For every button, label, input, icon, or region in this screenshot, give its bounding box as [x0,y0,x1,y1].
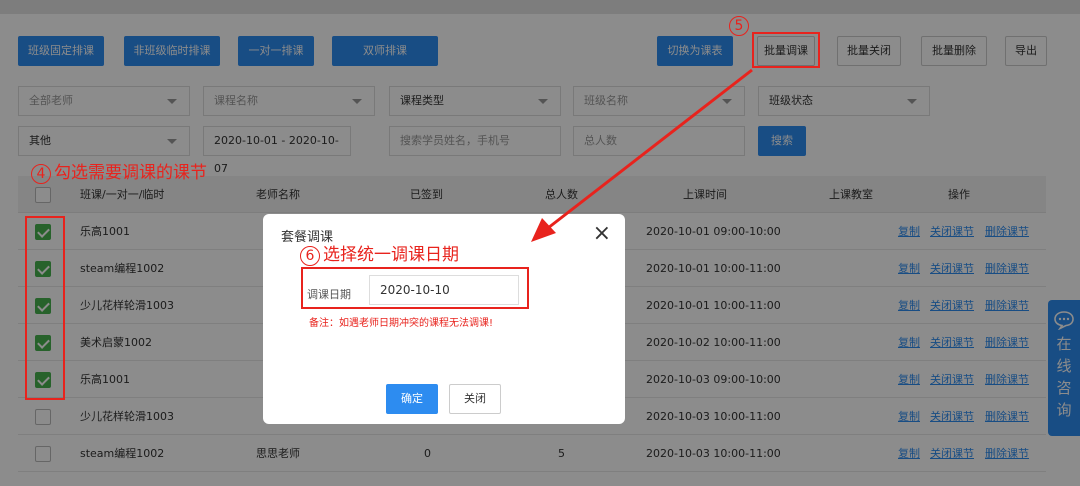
step5-number: 5 [729,16,749,36]
step5-annotation: 5 [729,15,752,36]
highlight-date-field [301,267,529,309]
step6-number: 6 [300,246,320,266]
step4-text: 勾选需要调课的课节 [54,163,207,183]
step6-annotation: 6 选择统一调课日期 [300,240,459,266]
confirm-button[interactable]: 确定 [386,384,438,414]
step6-text: 选择统一调课日期 [323,245,459,265]
modal-close-button[interactable]: 关闭 [449,384,501,414]
conflict-note: 备注：如遇老师日期冲突的课程无法调课! [309,318,494,329]
step4-number: 4 [31,164,51,184]
highlight-batch-adjust [752,32,820,68]
close-icon[interactable]: × [593,220,611,248]
highlight-checkboxes [25,216,65,400]
step4-annotation: 4 勾选需要调课的课节 [31,158,207,184]
